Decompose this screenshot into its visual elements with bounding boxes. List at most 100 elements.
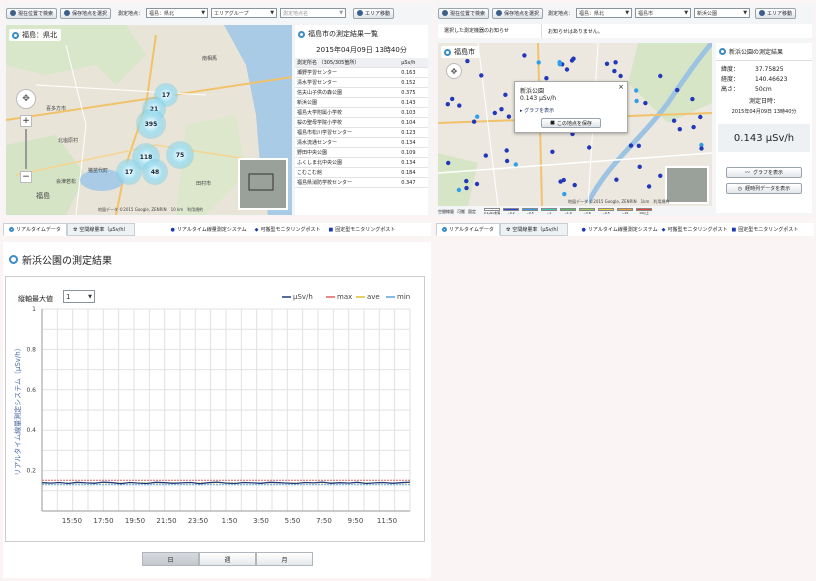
monitoring-point[interactable] [698, 114, 703, 120]
popup-close-icon[interactable]: × [618, 83, 624, 91]
table-row[interactable]: ふくしま北中央公園 0.134 [295, 157, 428, 168]
monitoring-point[interactable] [464, 185, 469, 191]
monitoring-point[interactable] [457, 103, 462, 108]
table-row[interactable]: 清水流通センター 0.134 [295, 137, 428, 148]
monitoring-point[interactable] [492, 110, 497, 116]
area-select[interactable]: 福島：県北 ▼ [576, 8, 633, 18]
segment-day[interactable]: 日 [142, 552, 199, 566]
monitoring-point[interactable] [614, 177, 619, 182]
monitoring-point[interactable] [450, 96, 455, 102]
table-row[interactable]: 清水学習センター 0.152 [295, 77, 428, 88]
tab-dose-rate[interactable]: ☢ 空間線量率（μSv/h） [499, 223, 568, 236]
area-select[interactable]: 福島：県北 ▼ [146, 8, 209, 18]
map-pan-control[interactable]: ✥ [446, 63, 462, 79]
monitoring-point[interactable] [613, 60, 618, 65]
chevron-down-icon: ▼ [201, 10, 206, 16]
monitoring-point[interactable] [675, 87, 680, 93]
group-select[interactable]: エリアグループ ▼ [211, 8, 278, 18]
table-row[interactable]: 福島大学附属小学校 0.103 [295, 107, 428, 118]
monitoring-point[interactable] [483, 153, 488, 158]
table-row[interactable]: 瀬野学習センター 0.163 [295, 67, 428, 78]
monitoring-point[interactable] [464, 178, 469, 184]
table-row[interactable]: こむこむ館 0.184 [295, 167, 428, 178]
saved-point-button[interactable]: 保存地点を選択 [492, 7, 544, 19]
map-cluster[interactable]: 17 [116, 159, 142, 185]
monitoring-point[interactable] [506, 114, 512, 119]
monitoring-point[interactable] [471, 119, 477, 124]
monitoring-point[interactable] [636, 143, 641, 148]
map-cluster[interactable]: 48 [142, 159, 168, 185]
area-move-button[interactable]: エリア移動 [755, 7, 797, 19]
monitoring-point[interactable] [691, 124, 696, 130]
segment-week[interactable]: 週 [199, 552, 256, 566]
monitoring-point[interactable] [604, 61, 610, 66]
map-cluster[interactable]: 395 [136, 109, 166, 139]
monitoring-point[interactable] [474, 181, 480, 187]
monitoring-point[interactable] [637, 164, 642, 169]
monitoring-point[interactable] [658, 173, 663, 178]
map-cluster[interactable]: 75 [166, 141, 194, 169]
monitoring-point[interactable] [643, 100, 648, 106]
zoom-slider[interactable] [25, 129, 27, 169]
monitoring-point[interactable] [557, 60, 562, 65]
monitoring-point[interactable] [456, 187, 462, 193]
zoom-out-button[interactable]: − [20, 171, 32, 183]
tab-dose-rate[interactable]: ☢ 空間線量率（μSv/h） [66, 223, 135, 236]
graph-button[interactable]: 〰グラフを表示 [726, 167, 802, 178]
monitoring-point[interactable] [550, 149, 555, 154]
monitoring-point[interactable] [522, 53, 527, 58]
city-select[interactable]: 福島市 ▼ [635, 8, 692, 18]
monitoring-point[interactable] [699, 146, 704, 151]
monitoring-point[interactable] [504, 148, 509, 153]
monitoring-point[interactable] [572, 182, 577, 188]
zoom-in-button[interactable]: + [20, 115, 32, 127]
monitoring-point[interactable] [513, 162, 518, 167]
area-move-button[interactable]: エリア移動 [353, 7, 395, 19]
monitoring-point[interactable] [536, 60, 541, 65]
popup-graph-link[interactable]: ▸ グラフを表示 [520, 107, 622, 114]
monitoring-point[interactable] [612, 68, 617, 74]
monitoring-point[interactable] [671, 118, 677, 123]
monitoring-point[interactable] [564, 67, 570, 72]
table-row[interactable]: 桜の聖母学院小学校 0.104 [295, 117, 428, 128]
table-row[interactable]: 野田中央公園 0.109 [295, 147, 428, 158]
monitoring-point[interactable] [690, 96, 695, 102]
table-row[interactable]: 福島市松川学習センター 0.123 [295, 127, 428, 138]
monitoring-point[interactable] [618, 73, 623, 79]
left-map[interactable]: 福島：県北 ✥ + − 17 21 395 118 75 17 48 福島 喜多… [6, 25, 292, 215]
monitoring-point[interactable] [569, 58, 575, 63]
monitoring-point[interactable] [445, 102, 450, 107]
table-row[interactable]: 信夫山子供の森公園 0.375 [295, 87, 428, 98]
point-select[interactable]: 測定地点名 ▼ [280, 8, 347, 18]
current-location-button[interactable]: 現在位置で検索 [6, 7, 58, 19]
monitoring-point[interactable] [479, 73, 484, 78]
tab-realtime[interactable]: リアルタイムデータ [436, 223, 500, 236]
monitoring-point[interactable] [628, 143, 634, 148]
saved-point-button[interactable]: 保存地点を選択 [60, 7, 112, 19]
monitoring-point[interactable] [544, 76, 549, 81]
monitoring-point[interactable] [562, 191, 567, 197]
monitoring-point[interactable] [658, 73, 663, 79]
monitoring-point[interactable] [499, 107, 504, 112]
monitoring-point[interactable] [446, 160, 451, 166]
monitoring-point[interactable] [677, 127, 682, 132]
map-pan-control[interactable]: ✥ [16, 89, 36, 109]
monitoring-point[interactable] [634, 88, 639, 93]
tab-realtime[interactable]: リアルタイムデータ [3, 223, 67, 236]
monitoring-point[interactable] [634, 98, 639, 104]
point-select[interactable]: 新浜公園 ▼ [694, 8, 751, 18]
table-row[interactable]: 福島県消防学校センター 0.347 [295, 177, 428, 188]
monitoring-point[interactable] [587, 145, 592, 150]
popup-save-button[interactable]: ■ この地点を保存 [541, 118, 601, 128]
monitoring-point[interactable] [558, 179, 563, 184]
monitoring-point[interactable] [503, 92, 508, 97]
monitoring-point[interactable] [475, 114, 480, 119]
segment-month[interactable]: 月 [256, 552, 313, 566]
current-location-button[interactable]: 現在位置で検索 [438, 7, 490, 19]
monitoring-point[interactable] [465, 58, 470, 64]
table-row[interactable]: 新浜公園 0.143 [295, 97, 428, 108]
monitoring-point[interactable] [646, 184, 652, 189]
right-map[interactable]: 福島市 ✥ × 新浜公園 0.143 μSv/h ▸ グラフを表示 ■ この地点を… [438, 43, 712, 206]
history-button[interactable]: ◷ 経時列データを表示 [726, 183, 802, 194]
monitoring-point[interactable] [504, 158, 510, 164]
